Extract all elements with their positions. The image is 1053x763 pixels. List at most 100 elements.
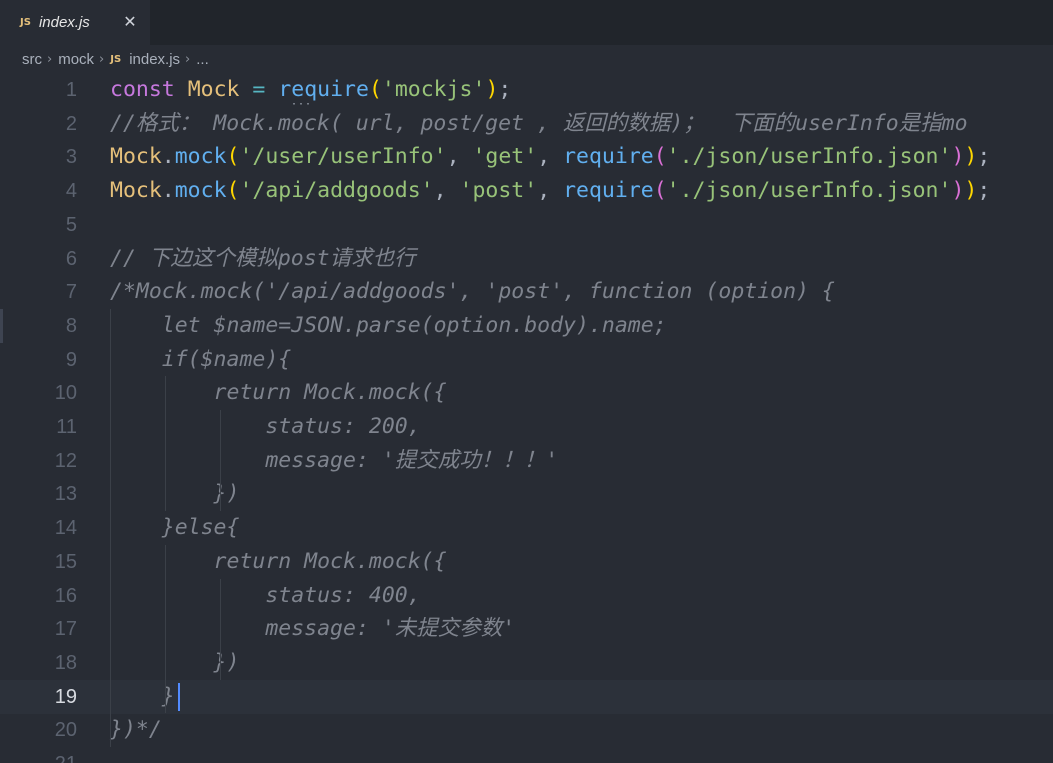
code-token: require [563,144,654,170]
code-token: ( [653,144,667,170]
code-token: 'get' [472,144,538,170]
code-line[interactable]: 17 message: '未提交参数' [0,612,1053,646]
code-line[interactable]: 6 // 下边这个模拟post请求也行 [0,242,1053,276]
code-line[interactable]: 20})*/ [0,713,1053,747]
line-number: 10 [54,382,77,405]
line-number: 16 [54,584,77,607]
code-token: status: 200, [110,414,421,439]
code-line[interactable]: 13 }) [0,477,1053,511]
code-line[interactable]: 2 //格式： Mock.mock( url, post/get , 返回的数据)… [0,107,1053,141]
code-token: ; [977,178,991,204]
code-token: ) [485,77,499,102]
code-token: return Mock.mock({ [110,548,447,574]
code-text: status: 200, [110,413,421,441]
text-cursor [178,682,180,711]
code-token: if($name){ [110,346,292,372]
code-token: './json/userInfo.json' [666,144,952,170]
chevron-right-icon: › [185,51,191,67]
line-number: 2 [65,112,77,135]
js-file-icon: JS [110,53,122,65]
code-token: require [563,178,654,204]
code-text: message: '提交成功！！！' [110,447,558,475]
code-line[interactable]: 18 }) [0,646,1053,680]
code-line[interactable]: 19 } [0,679,1053,714]
code-token: 'post' [459,178,538,204]
line-number: 6 [65,247,77,270]
code-token: mock [174,178,227,204]
indent-guide [165,376,166,512]
line-number: 1 [65,79,77,101]
code-token: ( [226,178,240,204]
code-line[interactable]: 7 /*Mock.mock('/api/addgoods', 'post', fu… [0,275,1053,309]
code-line[interactable]: 12 message: '提交成功！！！' [0,444,1053,478]
code-line[interactable]: 4 Mock.mock('/api/addgoods', 'post', requ… [0,174,1053,208]
chevron-right-icon: › [47,51,53,67]
code-token: ) [951,144,965,170]
code-token: 'mockjs' [381,77,486,102]
indent-guide [165,544,166,714]
code-line[interactable]: 3 Mock.mock('/user/userInfo', 'get', requ… [0,140,1053,174]
code-token: , [446,144,473,170]
code-token: '/user/userInfo' [239,144,447,170]
indent-guide [220,410,221,512]
code-editor[interactable]: 1 const Mock = require('mockjs'); 2//格式： M… [0,73,1053,763]
code-token: /*Mock.mock('/api/addgoods', 'post', fun… [110,279,835,305]
tab-bar: JS index.js ✕ [0,0,1053,45]
breadcrumb-item-mock[interactable]: mock [58,51,94,68]
code-text: if($name){ [110,346,291,374]
code-token: }else{ [110,515,240,541]
line-number: 4 [65,180,77,203]
code-text: status: 400, [110,582,421,610]
code-line[interactable]: 11 status: 200, [0,410,1053,444]
code-line[interactable]: 8 let $name=JSON.parse(option.body).name… [0,309,1053,343]
code-text: Mock.mock('/user/userInfo', 'get', requi… [110,143,990,171]
code-token: status: 400, [110,582,421,608]
indent-guide [220,578,221,680]
tab-index-js[interactable]: JS index.js ✕ [0,0,150,45]
code-token: // 下边这个模拟post请求也行 [110,245,416,271]
line-number: 19 [54,685,77,708]
code-text: //格式： Mock.mock( url, post/get , 返回的数据)；… [110,110,968,138]
code-text: return Mock.mock({ [110,379,447,407]
line-number: 17 [54,618,77,641]
line-number: 13 [54,483,77,506]
line-number: 18 [54,651,77,674]
code-line[interactable]: 15 return Mock.mock({ [0,545,1053,579]
code-token: ( [653,178,667,204]
breadcrumb-item-file[interactable]: index.js [129,51,180,68]
line-number: 5 [65,213,77,236]
close-icon[interactable]: ✕ [120,12,140,32]
code-token: //格式： Mock.mock( url, post/get , 返回的数据)；… [110,110,968,136]
code-text: // 下边这个模拟post请求也行 [110,245,416,273]
code-line[interactable]: 1 const Mock = require('mockjs'); [0,73,1053,107]
code-token: const [110,77,175,102]
indent-guide [110,308,111,747]
code-text: let $name=JSON.parse(option.body).name; [110,312,667,340]
line-number: 14 [54,517,77,540]
code-text: }else{ [110,514,240,542]
code-token: message: '提交成功！！！' [110,447,559,473]
code-line[interactable]: 21 [0,747,1053,763]
code-text: message: '未提交参数' [110,615,515,643]
breadcrumb-item-src[interactable]: src [22,51,42,68]
code-token: })*/ [110,717,162,743]
code-token: = [252,77,266,102]
code-line[interactable]: 16 status: 400, [0,579,1053,613]
code-token: Mock [110,178,162,204]
code-token: let $name=JSON.parse(option.body).name; [110,312,667,338]
quick-fix-dots[interactable]: ··· [291,99,312,110]
code-text: /*Mock.mock('/api/addgoods', 'post', fun… [110,278,835,306]
code-token: ) [951,178,965,204]
code-token: ) [964,144,978,170]
code-line[interactable]: 5 [0,208,1053,242]
breadcrumb-item-symbols[interactable]: ... [196,51,209,68]
line-number: 21 [0,753,77,763]
code-line[interactable]: 9 if($name){ [0,343,1053,377]
code-token: . [161,144,175,170]
code-line[interactable]: 10 return Mock.mock({ [0,376,1053,410]
code-token: Mock [110,144,162,170]
line-number: 15 [54,550,77,573]
code-line[interactable]: 14 }else{ [0,511,1053,545]
